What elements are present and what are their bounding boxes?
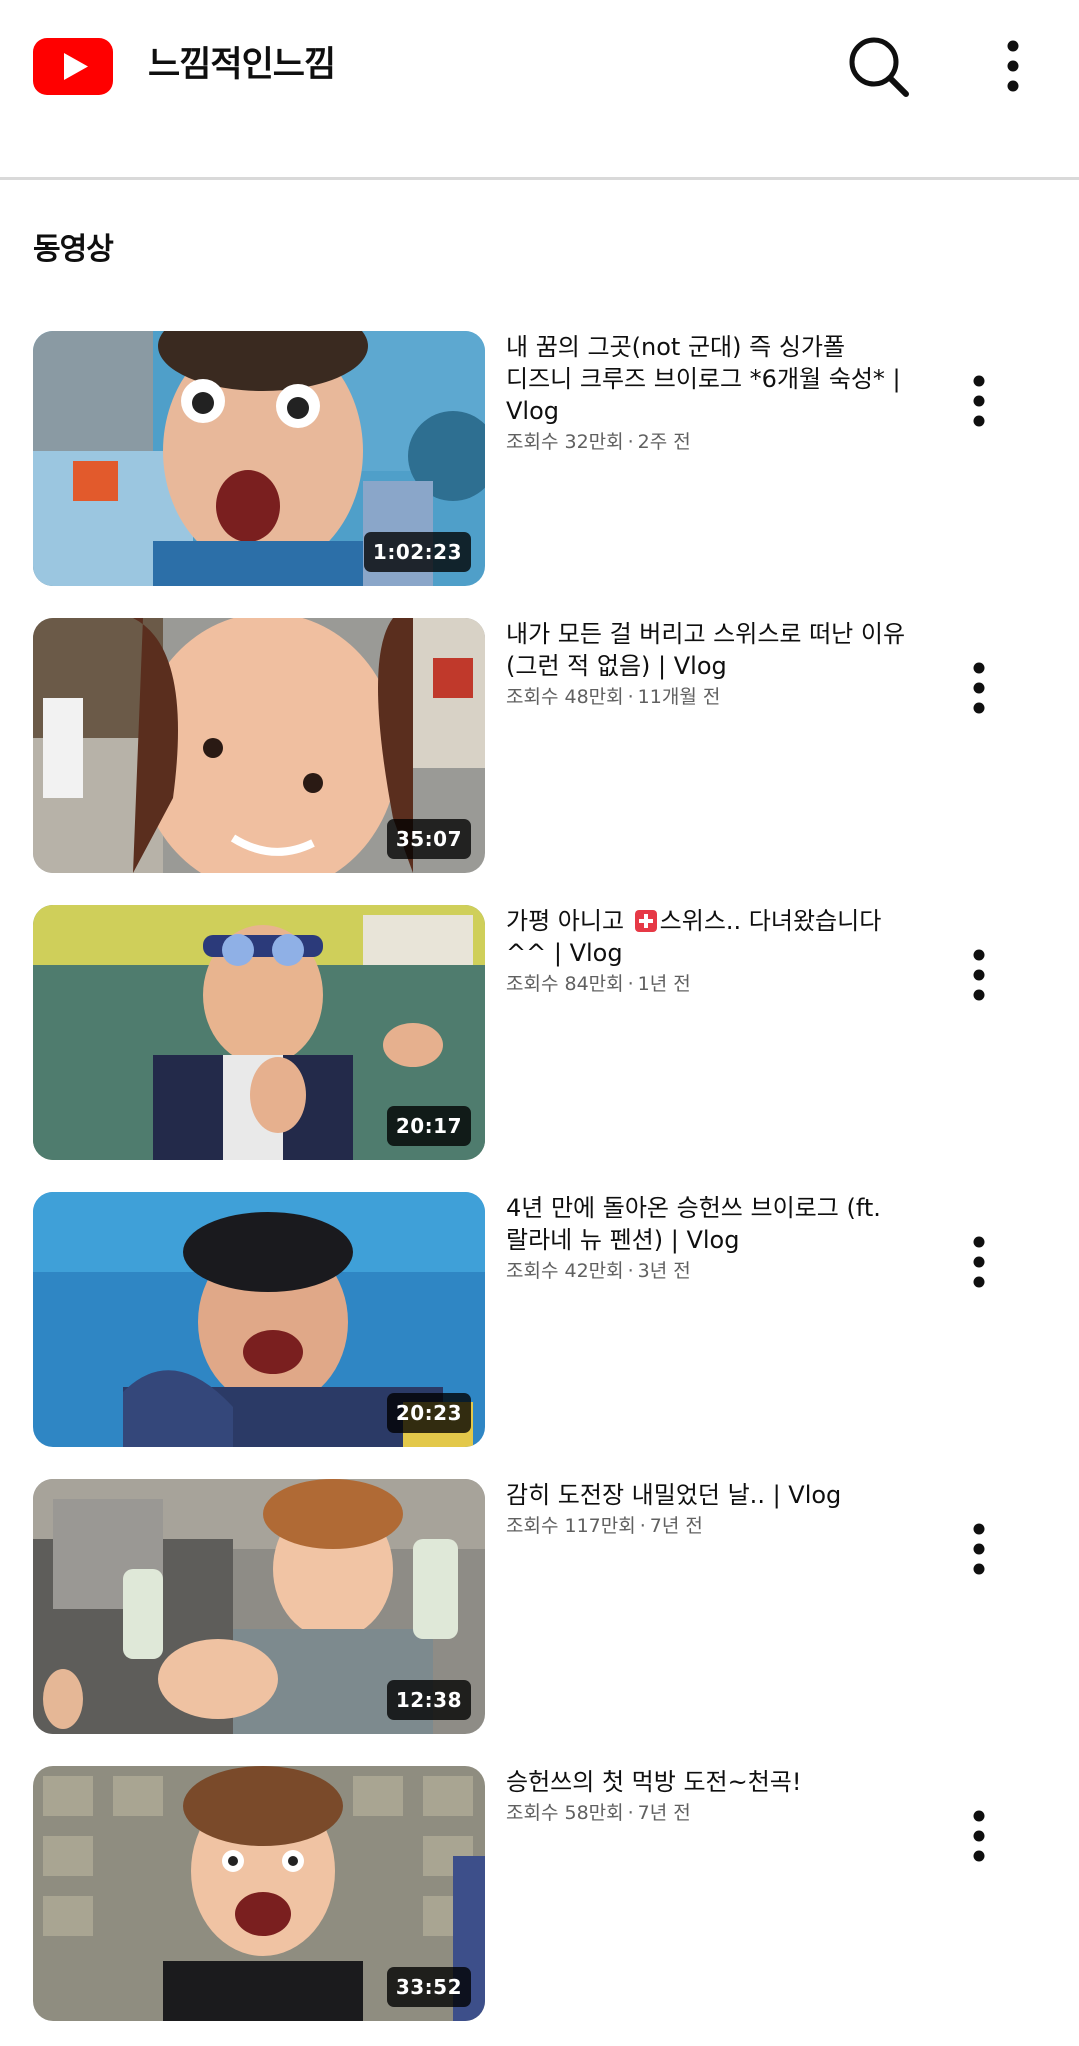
video-meta: 조회수 117만회 · 7년 전 — [506, 1515, 703, 1537]
more-vert-icon[interactable] — [960, 371, 998, 431]
swiss-flag-icon — [634, 910, 657, 932]
video-title[interactable]: 내 꿈의 그곳(not 군대) 즉 싱가폴 디즈니 크루즈 브이로그 *6개월 … — [506, 331, 906, 427]
more-vert-icon[interactable] — [960, 658, 998, 718]
more-vert-icon[interactable] — [960, 1519, 998, 1579]
video-thumbnail[interactable]: 20:17 — [33, 905, 485, 1160]
view-count: 조회수 117만회 — [506, 1515, 636, 1537]
video-duration: 33:52 — [386, 1967, 471, 2007]
upload-age: 7년 전 — [649, 1515, 703, 1537]
search-icon[interactable] — [842, 30, 914, 102]
video-duration: 20:17 — [386, 1106, 471, 1146]
video-title[interactable]: 감히 도전장 내밀었던 날.. | Vlog — [506, 1479, 906, 1511]
video-meta: 조회수 58만회 · 7년 전 — [506, 1802, 691, 1824]
video-duration: 35:07 — [386, 819, 471, 859]
view-count: 조회수 84만회 — [506, 973, 624, 995]
video-duration: 12:38 — [386, 1680, 471, 1720]
video-item[interactable]: 1:02:23 내 꿈의 그곳(not 군대) 즉 싱가폴 디즈니 크루즈 브이… — [0, 331, 1079, 587]
video-thumbnail[interactable]: 12:38 — [33, 1479, 485, 1734]
video-meta: 조회수 32만회 · 2주 전 — [506, 431, 691, 453]
upload-age: 1년 전 — [637, 973, 691, 995]
video-thumbnail[interactable]: 20:23 — [33, 1192, 485, 1447]
video-title[interactable]: 4년 만에 돌아온 승헌쓰 브이로그 (ft. 랄라네 뉴 펜션) | Vlog — [506, 1192, 906, 1256]
video-meta: 조회수 48만회 · 11개월 전 — [506, 686, 721, 708]
video-duration: 20:23 — [386, 1393, 471, 1433]
more-vert-icon[interactable] — [960, 1232, 998, 1292]
title-part: 가평 아니고 — [506, 907, 632, 935]
more-vert-icon[interactable] — [960, 1806, 998, 1866]
view-count: 조회수 58만회 — [506, 1802, 624, 1824]
upload-age: 7년 전 — [637, 1802, 691, 1824]
video-title[interactable]: 가평 아니고 스위스.. 다녀왔습니다 ^^ | Vlog — [506, 905, 906, 969]
video-title[interactable]: 승헌쓰의 첫 먹방 도전~천곡! — [506, 1766, 906, 1798]
more-vert-icon[interactable] — [960, 945, 998, 1005]
video-item[interactable]: 12:38 감히 도전장 내밀었던 날.. | Vlog 조회수 117만회 · 7… — [0, 1479, 1079, 1735]
upload-age: 11개월 전 — [637, 686, 721, 708]
video-meta: 조회수 84만회 · 1년 전 — [506, 973, 691, 995]
section-title: 동영상 — [33, 232, 114, 267]
video-item[interactable]: 35:07 내가 모든 걸 버리고 스위스로 떠난 이유 (그런 적 없음) |… — [0, 618, 1079, 874]
video-item[interactable]: 33:52 승헌쓰의 첫 먹방 도전~천곡! 조회수 58만회 · 7년 전 — [0, 1766, 1079, 2022]
header-divider — [0, 177, 1079, 180]
video-meta: 조회수 42만회 · 3년 전 — [506, 1260, 691, 1282]
upload-age: 2주 전 — [637, 431, 691, 453]
video-item[interactable]: 20:23 4년 만에 돌아온 승헌쓰 브이로그 (ft. 랄라네 뉴 펜션) … — [0, 1192, 1079, 1448]
app-header: 느낌적인느낌 — [0, 0, 1079, 180]
video-thumbnail[interactable]: 35:07 — [33, 618, 485, 873]
upload-age: 3년 전 — [637, 1260, 691, 1282]
more-vert-icon[interactable] — [994, 36, 1032, 96]
video-item[interactable]: 20:17 가평 아니고 스위스.. 다녀왔습니다 ^^ | Vlog 조회수 … — [0, 905, 1079, 1161]
channel-title: 느낌적인느낌 — [148, 45, 336, 85]
video-duration: 1:02:23 — [363, 532, 471, 572]
video-thumbnail[interactable]: 33:52 — [33, 1766, 485, 2021]
view-count: 조회수 42만회 — [506, 1260, 624, 1282]
video-thumbnail[interactable]: 1:02:23 — [33, 331, 485, 586]
video-title[interactable]: 내가 모든 걸 버리고 스위스로 떠난 이유 (그런 적 없음) | Vlog — [506, 618, 906, 682]
view-count: 조회수 32만회 — [506, 431, 624, 453]
youtube-logo-icon[interactable] — [33, 38, 113, 95]
view-count: 조회수 48만회 — [506, 686, 624, 708]
